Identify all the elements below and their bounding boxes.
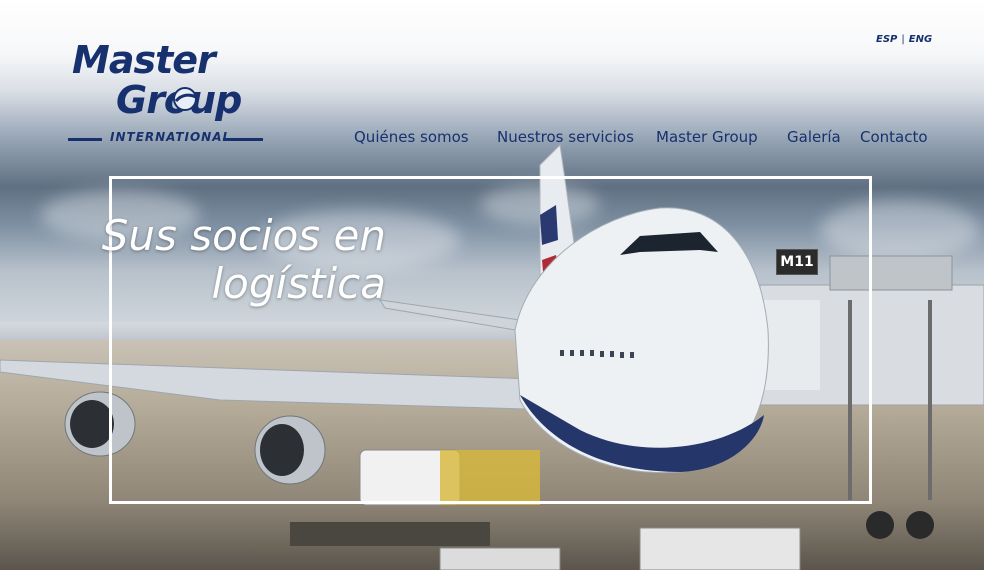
hero-title-line-2: logística [211, 259, 386, 308]
nav-item-quienes-somos[interactable]: Quiénes somos [354, 128, 469, 146]
hero-title-line-1: Sus socios en [101, 211, 386, 260]
main-nav: Quiénes somos Nuestros servicios Master … [0, 128, 984, 152]
nav-item-galeria[interactable]: Galería [787, 128, 841, 146]
lang-eng-link[interactable]: ENG [909, 34, 932, 45]
globe-icon [173, 87, 197, 111]
lang-esp-link[interactable]: ESP [876, 34, 897, 45]
nav-item-master-group[interactable]: Master Group [656, 128, 758, 146]
lang-separator: | [901, 34, 905, 45]
nav-item-contacto[interactable]: Contacto [860, 128, 928, 146]
nav-item-nuestros-servicios[interactable]: Nuestros servicios [497, 128, 634, 146]
logo-word-master: Master [72, 38, 216, 82]
site-header: Master Group INTERNATIONAL ESP|ENG Quién… [0, 0, 984, 170]
language-switcher: ESP | ENG [876, 34, 932, 45]
hero-title: Sus socios en logística [56, 212, 386, 308]
